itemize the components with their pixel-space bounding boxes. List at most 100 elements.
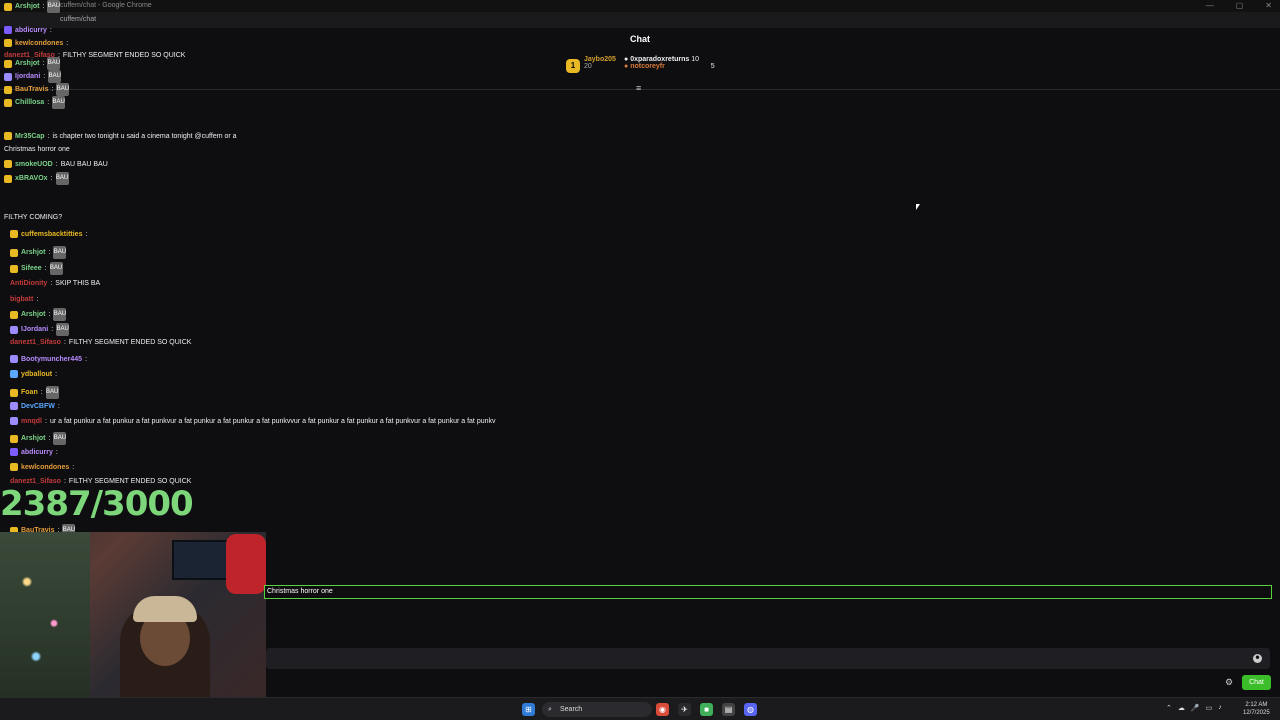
chat-message[interactable]: Chilllosa: BAU xyxy=(4,96,66,109)
user-badge-icon xyxy=(10,370,18,378)
chat-message[interactable]: Arshjot: BAU xyxy=(10,432,67,445)
emote-icon: BAU xyxy=(53,432,67,445)
chat-message[interactable]: Ijordani: BAU xyxy=(4,70,62,83)
minimize-icon[interactable]: — xyxy=(1206,1,1214,10)
chat-username[interactable]: bigbatt xyxy=(10,296,33,303)
chat-message[interactable]: Mr35Cap: is chapter two tonight u said a … xyxy=(4,132,237,140)
chat-username[interactable]: BauTravis xyxy=(15,86,48,93)
chat-message[interactable]: DevCBFW: xyxy=(10,402,60,410)
clock-date: 12/7/2025 xyxy=(1243,710,1270,716)
taskbar-search[interactable]: ⌕ Search xyxy=(542,702,652,717)
maximize-icon[interactable]: ▢ xyxy=(1236,1,1244,10)
chat-username[interactable]: Ijordani xyxy=(15,73,40,80)
chat-message[interactable]: Sifeee: BAU xyxy=(10,262,63,275)
chat-input[interactable] xyxy=(266,648,1270,669)
chat-username[interactable]: Arshjot xyxy=(21,249,46,256)
user-badge-icon xyxy=(10,402,18,410)
chat-message[interactable]: IJordani: BAU xyxy=(10,323,70,336)
chat-message[interactable]: ydballout: xyxy=(10,370,57,378)
mic-icon[interactable]: 🎤 xyxy=(1191,704,1200,712)
chat-username[interactable]: smokeUOD xyxy=(15,161,53,168)
chat-message[interactable]: Arshjot: BAU xyxy=(4,0,61,13)
chat-username[interactable]: Arshjot xyxy=(21,311,46,318)
windows-start-icon[interactable]: ⊞ xyxy=(522,703,535,716)
chat-message[interactable]: Christmas horror one xyxy=(4,146,70,153)
volume-icon[interactable]: ♪ xyxy=(1218,704,1222,712)
chat-message[interactable]: FILTHY COMING? xyxy=(4,214,62,221)
leader-count: 10 xyxy=(691,56,700,63)
chat-username[interactable]: Arshjot xyxy=(15,60,40,67)
chat-message[interactable]: xBRAVOx: BAU xyxy=(4,172,69,185)
separator: : xyxy=(85,230,88,238)
network-icon[interactable]: ▭ xyxy=(1206,704,1213,712)
separator: : xyxy=(42,3,45,10)
streamer-hat xyxy=(133,596,197,622)
chat-username[interactable]: Sifeee xyxy=(21,265,42,272)
user-badge-icon xyxy=(4,26,12,34)
emote-icon: BAU xyxy=(56,83,70,96)
chat-text: ur a fat punkur a fat punkur a fat punkv… xyxy=(49,417,496,425)
chat-username[interactable]: Chilllosa xyxy=(15,99,44,106)
separator: : xyxy=(66,39,69,47)
chat-send-button[interactable]: Chat xyxy=(1242,675,1271,690)
chat-message[interactable]: BauTravis: BAU xyxy=(4,83,70,96)
chat-username[interactable]: cuffemsbacktitties xyxy=(21,231,82,238)
user-badge-icon xyxy=(10,230,18,238)
chat-username[interactable]: Arshjot xyxy=(21,435,46,442)
user-badge-icon xyxy=(4,39,12,47)
chat-message[interactable]: abdicurry: xyxy=(10,448,58,456)
christmas-tree-image xyxy=(0,532,90,698)
close-icon[interactable]: ✕ xyxy=(1265,1,1272,10)
chat-message[interactable]: Arshjot: BAU xyxy=(10,246,67,259)
chat-username[interactable]: abdicurry xyxy=(21,449,53,456)
chat-username[interactable]: abdicurry xyxy=(15,27,47,34)
chat-username[interactable]: DevCBFW xyxy=(21,403,55,410)
chat-message[interactable]: bigbatt: xyxy=(10,296,38,303)
chrome-icon[interactable]: ◉ xyxy=(656,703,669,716)
chat-message[interactable]: abdicurry: xyxy=(4,26,52,34)
user-badge-icon xyxy=(10,310,18,319)
chat-message[interactable]: mnqdl: ur a fat punkur a fat punkur a fat… xyxy=(10,417,496,425)
chat-username[interactable]: kewlcondones xyxy=(21,464,69,471)
chat-username[interactable]: Foan xyxy=(21,389,38,396)
user-badge-icon xyxy=(10,264,18,273)
discord-icon[interactable]: ◍ xyxy=(744,703,757,716)
chat-username[interactable]: Arshjot xyxy=(15,3,40,10)
emote-icon: BAU xyxy=(55,172,69,185)
app-icon[interactable]: ■ xyxy=(700,703,713,716)
chat-text: SKIP THIS BA xyxy=(55,280,101,287)
chat-username[interactable]: IJordani xyxy=(21,326,48,333)
app-icon-2[interactable]: ▤ xyxy=(722,703,735,716)
emote-icon: BAU xyxy=(45,386,59,399)
chat-username[interactable]: AntiDionity xyxy=(10,280,47,287)
separator: : xyxy=(57,402,60,410)
chat-username[interactable]: Bootymuncher445 xyxy=(21,356,82,363)
chevron-up-icon[interactable]: ⌃ xyxy=(1166,704,1172,712)
cloud-icon[interactable]: ☁ xyxy=(1178,704,1185,712)
steam-icon[interactable]: ✈ xyxy=(678,703,691,716)
chat-message[interactable]: smokeUOD: BAU BAU BAU xyxy=(4,160,108,168)
chat-username[interactable]: xBRAVOx xyxy=(15,175,48,182)
user-badge-icon xyxy=(10,434,18,443)
system-clock[interactable]: 2:12 AM 12/7/2025 xyxy=(1243,701,1270,717)
chat-message[interactable]: kewlcondones: xyxy=(4,39,68,47)
separator: : xyxy=(50,280,53,287)
emote-icon: BAU xyxy=(48,70,62,83)
separator: : xyxy=(48,311,51,318)
chat-username[interactable]: Mr35Cap xyxy=(15,133,45,140)
chat-message[interactable]: Bootymuncher445: xyxy=(10,355,87,363)
chat-username[interactable]: danezt1_Sifaso xyxy=(10,339,61,346)
emote-picker-icon[interactable]: ☻ xyxy=(1253,654,1262,663)
chat-message[interactable]: Arshjot: BAU xyxy=(10,308,67,321)
chat-message[interactable]: Foan: BAU xyxy=(10,386,59,399)
chat-username[interactable]: mnqdl xyxy=(21,418,42,425)
chat-message[interactable]: cuffemsbacktitties: xyxy=(10,230,87,238)
chat-message[interactable]: danezt1_Sifaso: FILTHY SEGMENT ENDED SO Q… xyxy=(10,339,191,346)
chat-message[interactable]: AntiDionity: SKIP THIS BA xyxy=(10,280,100,287)
chat-text: BAU BAU BAU xyxy=(60,160,108,168)
chat-username[interactable]: ydballout xyxy=(21,371,52,378)
chat-username[interactable]: kewlcondones xyxy=(15,40,63,47)
chat-message[interactable]: kewlcondones: xyxy=(10,463,74,471)
gear-icon[interactable]: ⚙ xyxy=(1225,677,1233,688)
chat-message[interactable]: Arshjot: BAU xyxy=(4,57,61,70)
